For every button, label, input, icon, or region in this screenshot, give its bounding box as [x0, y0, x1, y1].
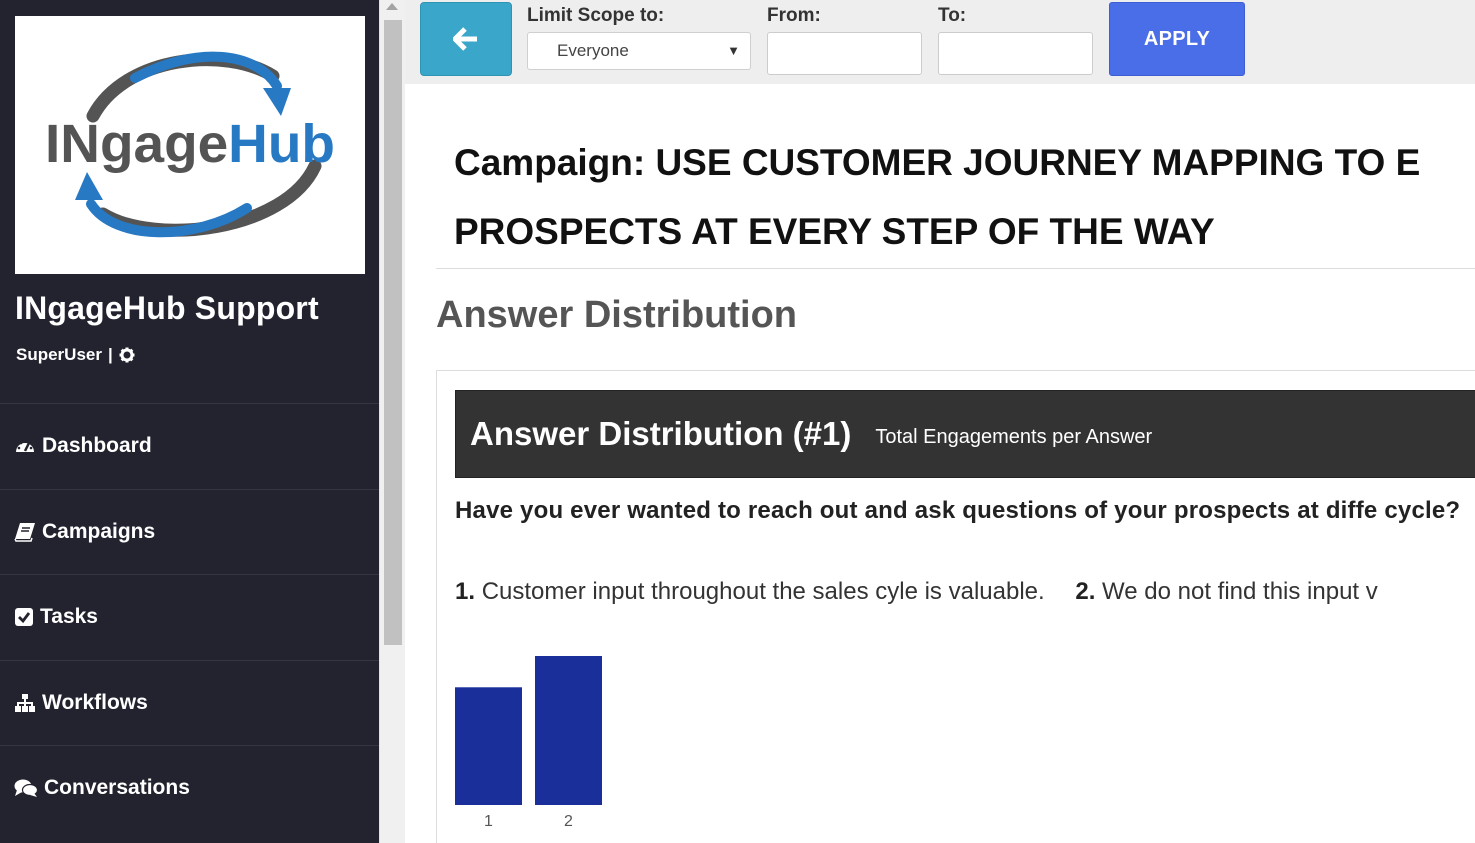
sidebar-item-label: Workflows — [42, 690, 148, 714]
dropdown-caret-icon: ▼ — [727, 43, 740, 58]
user-separator: | — [107, 345, 113, 364]
answer-text: Customer input throughout the sales cyle… — [481, 578, 1045, 605]
campaign-title-line-2: PROSPECTS AT EVERY STEP OF THE WAY — [454, 211, 1215, 252]
to-label: To: — [938, 5, 967, 26]
scope-select[interactable]: Everyone ▼ — [527, 32, 751, 70]
apply-button[interactable]: APPLY — [1109, 2, 1245, 76]
bar-1 — [455, 687, 522, 805]
answer-option: 1. Customer input throughout the sales c… — [455, 578, 1045, 605]
sidebar-item-workflows[interactable]: Workflows — [0, 659, 379, 746]
sidebar-item-label: Dashboard — [42, 434, 152, 458]
answer-number: 2. — [1075, 578, 1096, 605]
answer-number: 1. — [455, 578, 476, 605]
section-heading: Answer Distribution — [436, 294, 798, 336]
answer-text: We do not find this input v — [1102, 578, 1378, 605]
sidebar-item-label: Campaigns — [42, 519, 156, 543]
scroll-thumb[interactable] — [384, 20, 402, 645]
scrollbar[interactable] — [379, 0, 405, 843]
logo-wordmark: INgageHub — [45, 114, 335, 174]
from-date-input[interactable] — [767, 32, 922, 75]
scope-label: Limit Scope to: — [527, 5, 665, 26]
panel-header: Answer Distribution (#1) Total Engagemen… — [455, 390, 1475, 478]
back-button[interactable] — [420, 2, 512, 76]
sidebar-item-label: Conversations — [44, 776, 190, 800]
logo[interactable]: INgageHub — [15, 16, 365, 274]
campaign-title-line-1: Campaign: USE CUSTOMER JOURNEY MAPPING T… — [454, 142, 1421, 183]
sidebar-item-tasks[interactable]: Tasks — [0, 574, 379, 660]
sidebar-item-conversations[interactable]: Conversations — [0, 745, 379, 831]
sidebar-item-dashboard[interactable]: Dashboard — [0, 403, 379, 489]
question-text: Have you ever wanted to reach out and as… — [455, 497, 1461, 524]
answer-options: 1. Customer input throughout the sales c… — [455, 578, 1402, 606]
to-date-input[interactable] — [938, 32, 1093, 75]
comments-icon — [14, 779, 38, 798]
scope-selected-value: Everyone — [557, 41, 629, 60]
book-icon — [14, 522, 35, 542]
scroll-up-arrow-icon[interactable] — [386, 3, 398, 10]
filter-toolbar: Limit Scope to: Everyone ▼ From: To: APP… — [405, 0, 1475, 84]
user-line: SuperUser | — [16, 345, 135, 365]
sidebar: INgageHub INgageHub Support SuperUser | … — [0, 0, 379, 843]
from-label: From: — [767, 5, 821, 26]
gear-icon[interactable] — [119, 347, 135, 363]
campaign-title: Campaign: USE CUSTOMER JOURNEY MAPPING T… — [454, 128, 1475, 266]
bar-2 — [535, 656, 602, 805]
checkbox-icon — [15, 608, 33, 627]
answer-option: 2. We do not find this input v — [1075, 578, 1377, 605]
divider — [436, 268, 1475, 269]
arrow-left-icon — [453, 27, 477, 51]
sidebar-item-campaigns[interactable]: Campaigns — [0, 488, 379, 575]
sitemap-icon — [15, 693, 35, 712]
answer-bar-chart: 12 — [455, 656, 602, 830]
panel-subtitle: Total Engagements per Answer — [875, 425, 1153, 448]
user-role[interactable]: SuperUser — [16, 345, 102, 365]
sidebar-nav: Dashboard Campaigns Tasks Workflows Conv… — [0, 403, 379, 831]
dashboard-icon — [16, 439, 34, 453]
x-tick-label: 2 — [564, 813, 573, 830]
org-name: INgageHub Support — [15, 290, 319, 326]
ingagehub-logo-graphic: INgageHub — [45, 51, 335, 238]
panel-title: Answer Distribution (#1) — [470, 415, 852, 452]
x-tick-label: 1 — [484, 813, 493, 830]
sidebar-item-label: Tasks — [40, 605, 98, 629]
